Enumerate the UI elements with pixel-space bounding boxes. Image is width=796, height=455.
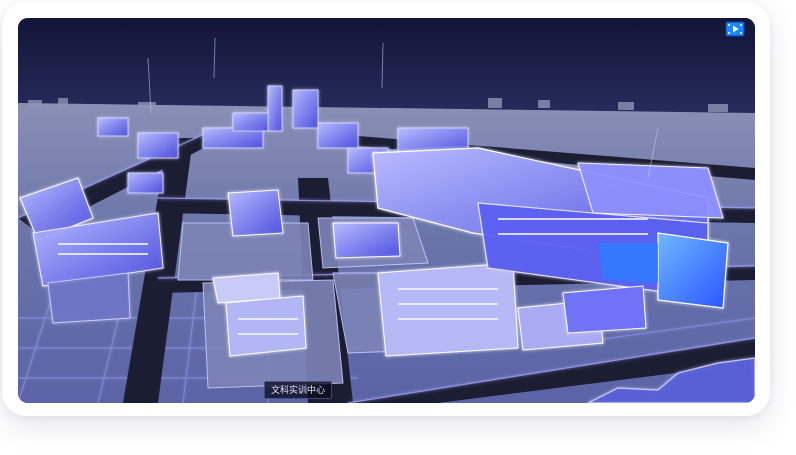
building-label: 文科实训中心 [264,381,333,399]
preview-card: 文科实训中心 [2,2,770,416]
3d-campus-viewport[interactable]: 文科实训中心 [18,18,755,403]
video-play-icon[interactable] [724,20,746,38]
campus-scene [18,18,755,403]
